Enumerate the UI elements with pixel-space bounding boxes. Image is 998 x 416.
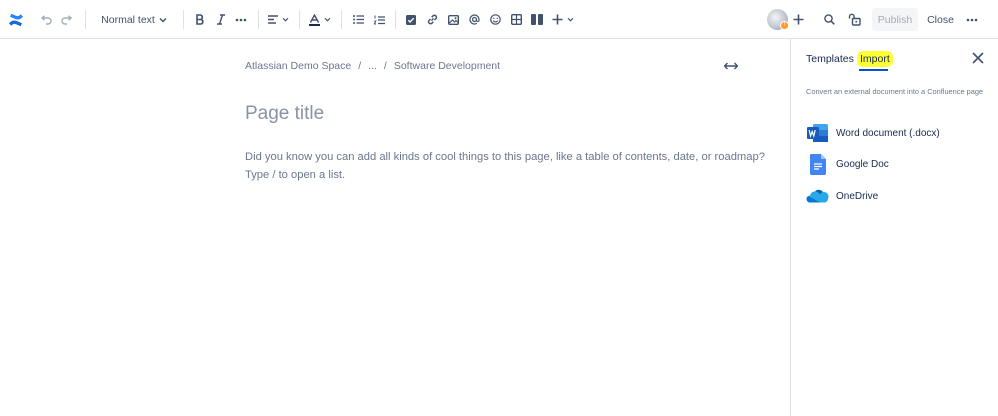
page-title-input[interactable]: Page title — [245, 103, 324, 125]
confluence-logo-icon[interactable] — [6, 9, 26, 30]
chevron-down-icon — [567, 17, 574, 22]
body-placeholder-line: Type / to open a list. — [245, 169, 346, 181]
page-body-editor[interactable]: Did you know you can add all kinds of co… — [245, 148, 765, 184]
breadcrumb-separator: / — [358, 60, 362, 72]
text-style-label: Normal text — [101, 13, 155, 26]
import-option-label: Word document (.docx) — [836, 127, 940, 139]
toolbar-divider — [341, 10, 342, 29]
avatar[interactable]: ! — [767, 9, 789, 30]
avatar-badge: ! — [780, 21, 789, 30]
text-style-dropdown[interactable]: Normal text — [97, 9, 171, 30]
toolbar-divider — [258, 10, 259, 29]
bullet-list-icon[interactable] — [351, 9, 365, 30]
tab-import[interactable]: Import — [857, 51, 893, 67]
toolbar-divider — [85, 10, 86, 29]
table-icon[interactable] — [509, 9, 523, 30]
import-option-onedrive[interactable]: OneDrive — [806, 184, 878, 208]
numbered-list-icon[interactable] — [372, 9, 386, 30]
breadcrumb-item-ellipsis[interactable]: ... — [368, 60, 377, 72]
breadcrumb-item-parent[interactable]: Software Development — [394, 60, 500, 72]
templates-import-panel: Templates Import Convert an external doc… — [790, 39, 998, 416]
active-tab-indicator — [859, 69, 888, 71]
insert-more-dropdown[interactable] — [551, 9, 575, 30]
toolbar-divider — [299, 10, 300, 29]
onedrive-icon — [806, 185, 830, 207]
more-formatting-icon[interactable] — [234, 9, 248, 30]
plus-icon — [552, 14, 563, 25]
editor-toolbar: Normal text ! Publish Close — [0, 0, 998, 39]
breadcrumb-separator: / — [383, 60, 387, 72]
tab-import-label: Import — [857, 51, 893, 67]
italic-icon[interactable] — [214, 9, 228, 30]
word-icon — [806, 122, 830, 144]
google-doc-icon — [806, 153, 830, 175]
import-description: Convert an external document into a Conf… — [806, 87, 984, 96]
text-color-dropdown[interactable] — [309, 9, 331, 30]
alignment-dropdown[interactable] — [267, 9, 289, 30]
emoji-icon[interactable] — [488, 9, 502, 30]
undo-icon[interactable] — [39, 9, 53, 30]
body-placeholder-line: Did you know you can add all kinds of co… — [245, 151, 765, 163]
chevron-down-icon — [159, 17, 167, 22]
import-option-google-doc[interactable]: Google Doc — [806, 152, 889, 176]
breadcrumb-item-space[interactable]: Atlassian Demo Space — [245, 60, 351, 72]
image-icon[interactable] — [446, 9, 460, 30]
text-color-icon — [309, 13, 320, 26]
toolbar-divider — [183, 10, 184, 29]
mention-icon[interactable] — [467, 9, 481, 30]
import-option-label: OneDrive — [836, 190, 879, 202]
breadcrumb: Atlassian Demo Space /... / Software Develo… — [245, 60, 500, 72]
layouts-icon[interactable] — [530, 9, 544, 30]
invite-plus-icon[interactable] — [790, 9, 806, 30]
close-panel-icon[interactable] — [971, 51, 985, 65]
chevron-down-icon — [324, 17, 331, 22]
tab-templates[interactable]: Templates — [806, 53, 854, 65]
restrictions-unlock-icon[interactable] — [846, 9, 862, 30]
chevron-down-icon — [282, 17, 288, 22]
bold-icon[interactable] — [193, 9, 207, 30]
toolbar-divider — [395, 10, 396, 29]
search-icon[interactable] — [822, 9, 836, 30]
import-option-word[interactable]: Word document (.docx) — [806, 121, 940, 145]
align-left-icon — [267, 15, 278, 24]
link-icon[interactable] — [425, 9, 439, 30]
more-options-icon[interactable] — [965, 9, 979, 30]
publish-button[interactable]: Publish — [872, 8, 918, 31]
action-item-icon[interactable] — [404, 9, 418, 30]
close-button[interactable]: Close — [924, 8, 957, 31]
import-option-label: Google Doc — [836, 158, 889, 170]
redo-icon[interactable] — [60, 9, 74, 30]
page-width-toggle-icon[interactable] — [723, 59, 739, 73]
